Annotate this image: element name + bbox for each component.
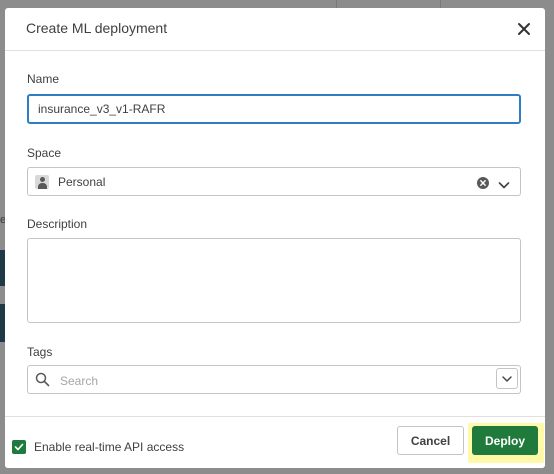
- tags-field: [27, 365, 521, 394]
- close-icon[interactable]: [515, 20, 533, 38]
- realtime-api-label[interactable]: Enable real-time API access: [34, 440, 184, 454]
- person-icon: [35, 175, 49, 189]
- tags-label: Tags: [27, 345, 53, 359]
- description-textarea[interactable]: [27, 238, 521, 323]
- realtime-api-checkbox[interactable]: [12, 440, 26, 454]
- background-divider: [336, 0, 337, 8]
- dialog-header: Create ML deployment: [5, 8, 545, 51]
- clear-icon[interactable]: [477, 176, 489, 189]
- dialog-footer: Enable real-time API access Cancel Deplo…: [5, 416, 545, 468]
- space-label: Space: [27, 146, 62, 160]
- cancel-button[interactable]: Cancel: [397, 426, 464, 455]
- check-icon: [14, 443, 24, 451]
- background-divider: [440, 0, 441, 8]
- name-label: Name: [27, 72, 60, 86]
- description-label: Description: [27, 217, 88, 231]
- space-select[interactable]: Personal: [27, 167, 521, 196]
- dialog-title: Create ML deployment: [26, 20, 168, 36]
- space-select-value: Personal: [58, 175, 106, 189]
- tags-search-input[interactable]: [58, 370, 492, 391]
- search-icon: [35, 372, 50, 387]
- chevron-down-icon[interactable]: [498, 177, 510, 189]
- name-input[interactable]: [27, 94, 521, 124]
- create-ml-deployment-dialog: Create ML deployment Name Space Personal: [5, 8, 545, 468]
- chevron-down-icon: [502, 376, 512, 382]
- deploy-button[interactable]: Deploy: [472, 426, 538, 455]
- tags-dropdown-button[interactable]: [496, 368, 518, 389]
